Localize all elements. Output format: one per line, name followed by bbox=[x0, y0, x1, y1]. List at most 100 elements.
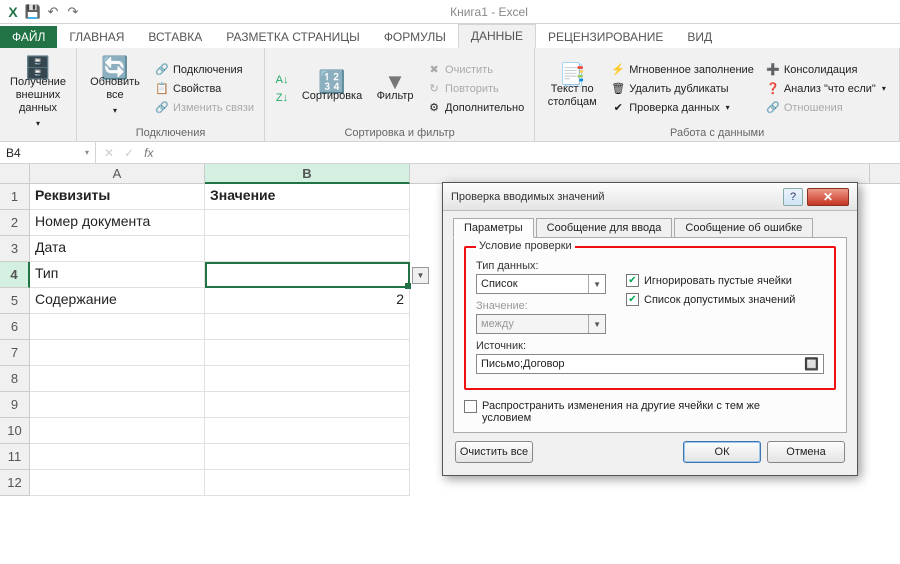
row-header-1[interactable]: 1 bbox=[0, 184, 30, 210]
cell-A2[interactable]: Номер документа bbox=[30, 210, 205, 236]
row-header-2[interactable]: 2 bbox=[0, 210, 30, 236]
checkbox-icon: ✔ bbox=[626, 293, 639, 306]
ok-button[interactable]: ОК bbox=[683, 441, 761, 463]
row-header-7[interactable]: 7 bbox=[0, 340, 30, 366]
cell-B4[interactable] bbox=[205, 262, 410, 288]
row-header-11[interactable]: 11 bbox=[0, 444, 30, 470]
refresh-all-button[interactable]: 🔄 Обновить все ▾ bbox=[83, 59, 147, 119]
row-header-3[interactable]: 3 bbox=[0, 236, 30, 262]
get-external-data-button[interactable]: 🗄️ Получение внешних данных ▾ bbox=[6, 59, 70, 132]
cell-A4[interactable]: Тип bbox=[30, 262, 205, 288]
clear-filter-button[interactable]: ✖Очистить bbox=[423, 61, 528, 78]
tab-insert[interactable]: ВСТАВКА bbox=[136, 26, 214, 48]
save-icon[interactable]: 💾 bbox=[24, 3, 42, 21]
row-header-4[interactable]: 4 bbox=[0, 262, 30, 288]
cell-A11[interactable] bbox=[30, 444, 205, 470]
cell-A3[interactable]: Дата bbox=[30, 236, 205, 262]
cancel-button[interactable]: Отмена bbox=[767, 441, 845, 463]
dialog-titlebar[interactable]: Проверка вводимых значений ? ✕ bbox=[443, 183, 857, 211]
dropdown-list-checkbox[interactable]: ✔ Список допустимых значений bbox=[626, 293, 795, 306]
source-input[interactable]: Письмо;Договор 🔲 bbox=[476, 354, 824, 374]
col-header-A[interactable]: A bbox=[30, 164, 205, 184]
filter-button[interactable]: ▼ Фильтр bbox=[371, 73, 419, 105]
cell-A1[interactable]: Реквизиты bbox=[30, 184, 205, 210]
cell-A6[interactable] bbox=[30, 314, 205, 340]
tab-page-layout[interactable]: РАЗМЕТКА СТРАНИЦЫ bbox=[214, 26, 372, 48]
cell-A12[interactable] bbox=[30, 470, 205, 496]
cell-B7[interactable] bbox=[205, 340, 410, 366]
cell-B12[interactable] bbox=[205, 470, 410, 496]
consolidate-button[interactable]: ➕Консолидация bbox=[762, 61, 890, 78]
col-header-H[interactable]: H bbox=[870, 164, 900, 184]
reapply-button[interactable]: ↻Повторить bbox=[423, 80, 528, 97]
undo-icon[interactable]: ↶ bbox=[44, 3, 62, 21]
close-button[interactable]: ✕ bbox=[807, 188, 849, 206]
tab-parameters[interactable]: Параметры bbox=[453, 218, 534, 238]
row-header-8[interactable]: 8 bbox=[0, 366, 30, 392]
sort-button[interactable]: 🔢 Сортировка bbox=[297, 73, 367, 105]
cell-B11[interactable] bbox=[205, 444, 410, 470]
edit-links-button[interactable]: 🔗Изменить связи bbox=[151, 99, 258, 116]
cell-A5[interactable]: Содержание bbox=[30, 288, 205, 314]
sort-asc-button[interactable]: A↓ bbox=[271, 72, 293, 88]
cell-B3[interactable] bbox=[205, 236, 410, 262]
cell-A9[interactable] bbox=[30, 392, 205, 418]
tab-file[interactable]: ФАЙЛ bbox=[0, 26, 57, 48]
cell-B10[interactable] bbox=[205, 418, 410, 444]
group-sort-filter: A↓ Z↓ 🔢 Сортировка ▼ Фильтр ✖Очистить ↻П… bbox=[265, 48, 535, 141]
chevron-down-icon: ▾ bbox=[85, 148, 89, 157]
cells-area[interactable]: Реквизиты Значение Номер документа Дата … bbox=[30, 184, 410, 496]
connections-button[interactable]: 🔗Подключения bbox=[151, 61, 258, 78]
tab-review[interactable]: РЕЦЕНЗИРОВАНИЕ bbox=[536, 26, 675, 48]
properties-button[interactable]: 📋Свойства bbox=[151, 80, 258, 97]
text-to-columns-button[interactable]: 📑 Текст по столбцам bbox=[541, 66, 603, 111]
ribbon: 🗄️ Получение внешних данных ▾ 🔄 Обновить… bbox=[0, 48, 900, 142]
propagate-checkbox[interactable]: Распространить изменения на другие ячейк… bbox=[464, 400, 836, 424]
advanced-filter-button[interactable]: ⚙Дополнительно bbox=[423, 99, 528, 116]
cell-A10[interactable] bbox=[30, 418, 205, 444]
tab-view[interactable]: ВИД bbox=[675, 26, 724, 48]
fx-icon[interactable]: fx bbox=[144, 146, 153, 160]
sort-desc-button[interactable]: Z↓ bbox=[271, 90, 293, 106]
row-header-6[interactable]: 6 bbox=[0, 314, 30, 340]
row-header-12[interactable]: 12 bbox=[0, 470, 30, 496]
group-sort-filter-label: Сортировка и фильтр bbox=[271, 125, 528, 139]
row-headers: 1 2 3 4 5 6 7 8 9 10 11 12 bbox=[0, 184, 30, 496]
remove-duplicates-button[interactable]: 🗑Удалить дубликаты bbox=[607, 80, 758, 97]
ignore-blank-checkbox[interactable]: ✔ Игнорировать пустые ячейки bbox=[626, 274, 795, 287]
tab-error-message[interactable]: Сообщение об ошибке bbox=[674, 218, 813, 238]
redo-icon[interactable]: ↷ bbox=[64, 3, 82, 21]
range-picker-icon[interactable]: 🔲 bbox=[804, 357, 819, 371]
edit-links-icon: 🔗 bbox=[155, 101, 169, 114]
type-combo[interactable]: Список ▼ bbox=[476, 274, 606, 294]
accept-icon[interactable]: ✓ bbox=[124, 146, 134, 160]
validation-dropdown-button[interactable]: ▼ bbox=[412, 267, 429, 284]
tab-formulas[interactable]: ФОРМУЛЫ bbox=[372, 26, 458, 48]
data-validation-button[interactable]: ✔Проверка данных▾ bbox=[607, 99, 758, 116]
cell-B8[interactable] bbox=[205, 366, 410, 392]
row-header-10[interactable]: 10 bbox=[0, 418, 30, 444]
whatif-button[interactable]: ❓Анализ "что если"▾ bbox=[762, 80, 890, 97]
tab-data[interactable]: ДАННЫЕ bbox=[458, 24, 536, 48]
row-header-5[interactable]: 5 bbox=[0, 288, 30, 314]
cell-A7[interactable] bbox=[30, 340, 205, 366]
cell-A8[interactable] bbox=[30, 366, 205, 392]
cell-B9[interactable] bbox=[205, 392, 410, 418]
tab-input-message[interactable]: Сообщение для ввода bbox=[536, 218, 673, 238]
clear-all-button[interactable]: Очистить все bbox=[455, 441, 533, 463]
cell-B2[interactable] bbox=[205, 210, 410, 236]
cell-B1[interactable]: Значение bbox=[205, 184, 410, 210]
cell-B5[interactable]: 2 bbox=[205, 288, 410, 314]
name-box[interactable]: B4 ▾ bbox=[0, 142, 96, 163]
type-label: Тип данных: bbox=[476, 260, 606, 272]
relations-button[interactable]: 🔗Отношения bbox=[762, 99, 890, 116]
col-header-B[interactable]: B bbox=[205, 164, 410, 184]
text-columns-icon: 📑 bbox=[559, 68, 586, 81]
select-all-corner[interactable] bbox=[0, 164, 30, 184]
row-header-9[interactable]: 9 bbox=[0, 392, 30, 418]
cell-B6[interactable] bbox=[205, 314, 410, 340]
tab-home[interactable]: ГЛАВНАЯ bbox=[57, 26, 136, 48]
flash-fill-button[interactable]: ⚡Мгновенное заполнение bbox=[607, 61, 758, 78]
cancel-icon[interactable]: ✕ bbox=[104, 146, 114, 160]
help-button[interactable]: ? bbox=[783, 188, 803, 206]
